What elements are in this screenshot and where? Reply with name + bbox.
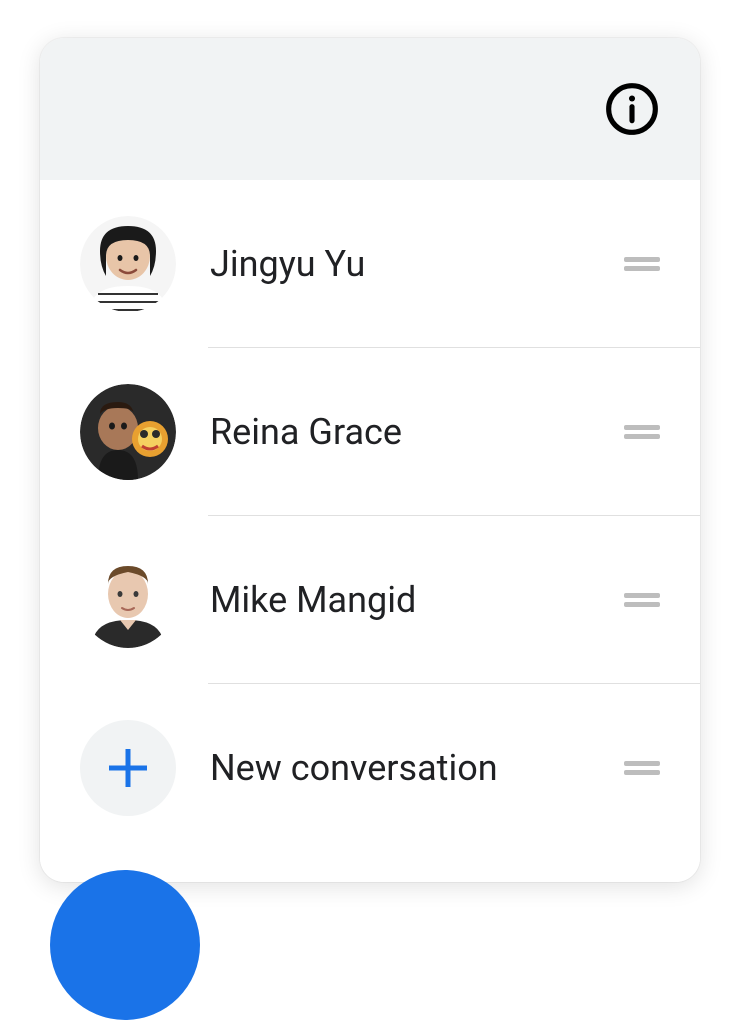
conversation-item[interactable]: Mike Mangid — [40, 516, 700, 684]
new-conversation-label: New conversation — [210, 747, 624, 789]
conversation-item[interactable]: Jingyu Yu — [40, 180, 700, 348]
avatar — [80, 552, 176, 648]
new-conversation-item[interactable]: New conversation — [40, 684, 700, 852]
plus-icon — [80, 720, 176, 816]
avatar — [80, 384, 176, 480]
conversation-item[interactable]: Reina Grace — [40, 348, 700, 516]
popover-header — [40, 38, 700, 180]
drag-handle-icon[interactable] — [624, 761, 660, 775]
avatar — [80, 216, 176, 312]
conversation-list: Jingyu Yu — [40, 180, 700, 882]
drag-handle-icon[interactable] — [624, 425, 660, 439]
fab-button[interactable] — [50, 870, 200, 1020]
contact-name: Mike Mangid — [210, 579, 624, 621]
conversation-popover: Jingyu Yu — [40, 38, 700, 882]
info-icon[interactable] — [604, 81, 660, 137]
contact-name: Jingyu Yu — [210, 243, 624, 285]
drag-handle-icon[interactable] — [624, 593, 660, 607]
contact-name: Reina Grace — [210, 411, 624, 453]
drag-handle-icon[interactable] — [624, 257, 660, 271]
